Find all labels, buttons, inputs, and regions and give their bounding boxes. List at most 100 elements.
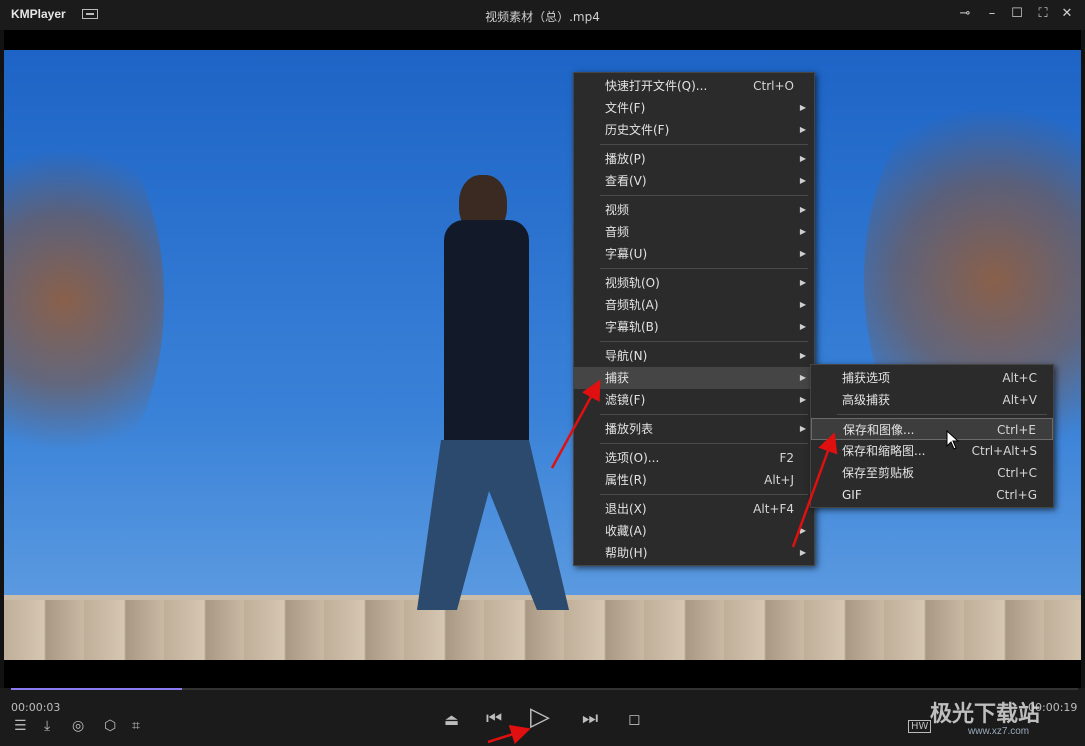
capture-icon[interactable]: ⌗ bbox=[132, 718, 140, 734]
menu-item[interactable]: 历史文件(F) ▶ bbox=[574, 119, 814, 141]
menu-item-label: 导航(N) bbox=[605, 349, 648, 363]
playlist-icon[interactable]: ☰ bbox=[14, 718, 27, 734]
menu-item-shortcut: Ctrl+O bbox=[753, 79, 794, 93]
menu-item-label: 捕获选项 bbox=[842, 371, 891, 385]
menu-item-label: 捕获 bbox=[605, 371, 630, 385]
submenu-arrow-icon: ▶ bbox=[799, 205, 806, 214]
menu-item[interactable]: 音频轨(A) ▶ bbox=[574, 294, 814, 316]
close-icon[interactable]: ✕ bbox=[1058, 6, 1076, 21]
maximize-icon[interactable]: ☐ bbox=[1008, 6, 1026, 21]
control-bar: 00:00:03 00:00:19 ☰ ⤓ ◎ ⬡ ⌗ ⏏ ⏮ ▷ ⏭ ◻ HW bbox=[0, 688, 1085, 746]
menu-item[interactable]: 滤镜(F) ▶ bbox=[574, 389, 814, 411]
watermark-logo: 极光下载站 bbox=[930, 701, 1041, 726]
submenu-arrow-icon: ▶ bbox=[799, 424, 806, 433]
minimize-icon[interactable]: – bbox=[983, 6, 1001, 21]
menu-separator bbox=[600, 268, 808, 269]
menu-item[interactable]: 帮助(H) ▶ bbox=[574, 542, 814, 564]
submenu-arrow-icon: ▶ bbox=[799, 373, 806, 382]
menu-item[interactable]: 属性(R) Alt+J bbox=[574, 469, 814, 491]
person-jacket bbox=[444, 220, 529, 450]
menu-item-label: 历史文件(F) bbox=[605, 123, 670, 137]
tree-left bbox=[4, 110, 164, 490]
menu-item[interactable]: 高级捕获 Alt+V bbox=[811, 389, 1053, 411]
previous-icon[interactable]: ⏮ bbox=[486, 708, 502, 729]
download-icon[interactable]: ⤓ bbox=[44, 718, 50, 734]
fullscreen-icon[interactable]: ⛶ bbox=[1034, 6, 1052, 21]
menu-item-shortcut: Alt+V bbox=[1002, 393, 1037, 407]
menu-item[interactable]: 音频 ▶ bbox=[574, 221, 814, 243]
menu-item-label: GIF bbox=[842, 488, 862, 502]
submenu-arrow-icon: ▶ bbox=[799, 278, 806, 287]
menu-item-label: 播放(P) bbox=[605, 152, 646, 166]
window-title: 视频素材（总）.mp4 bbox=[485, 10, 600, 24]
menu-item-label: 视频轨(O) bbox=[605, 276, 660, 290]
menu-item-shortcut: Ctrl+E bbox=[997, 423, 1036, 437]
capture-submenu: 捕获选项 Alt+C 高级捕获 Alt+V 保存和图像... Ctrl+E 保存和缩略图..… bbox=[810, 364, 1054, 508]
menu-separator bbox=[600, 144, 808, 145]
menu-item-shortcut: Alt+J bbox=[764, 473, 794, 487]
current-time: 00:00:03 bbox=[11, 701, 61, 714]
pin-icon[interactable]: ⊸ bbox=[956, 6, 974, 21]
menu-item-label: 查看(V) bbox=[605, 174, 647, 188]
menu-item-label: 字幕(U) bbox=[605, 247, 648, 261]
menu-item-label: 快速打开文件(Q)... bbox=[605, 79, 708, 93]
title-bar: KMPlayer 视频素材（总）.mp4 ⊸ – ☐ ⛶ ✕ bbox=[0, 0, 1085, 30]
submenu-arrow-icon: ▶ bbox=[799, 125, 806, 134]
menu-item[interactable]: 选项(O)... F2 bbox=[574, 447, 814, 469]
seek-bar[interactable] bbox=[11, 688, 1078, 690]
submenu-arrow-icon: ▶ bbox=[799, 176, 806, 185]
menu-item[interactable]: 播放(P) ▶ bbox=[574, 148, 814, 170]
menu-item[interactable]: 收藏(A) ▶ bbox=[574, 520, 814, 542]
letterbox-bottom bbox=[4, 660, 1081, 688]
menu-item[interactable]: 保存和缩略图... Ctrl+Alt+S bbox=[811, 440, 1053, 462]
hw-decode-icon[interactable]: HW bbox=[908, 720, 932, 733]
menu-item[interactable]: 视频轨(O) ▶ bbox=[574, 272, 814, 294]
eject-icon[interactable]: ⏏ bbox=[444, 710, 459, 729]
submenu-arrow-icon: ▶ bbox=[799, 526, 806, 535]
menu-item-label: 视频 bbox=[605, 203, 630, 217]
menu-item[interactable]: 保存和图像... Ctrl+E bbox=[811, 418, 1053, 440]
person-legs bbox=[417, 440, 569, 610]
menu-item-label: 帮助(H) bbox=[605, 546, 648, 560]
menu-item-label: 文件(F) bbox=[605, 101, 646, 115]
menu-item[interactable]: 捕获 ▶ bbox=[574, 367, 814, 389]
mouse-cursor-icon bbox=[946, 430, 960, 450]
menu-item-label: 保存和图像... bbox=[843, 423, 915, 437]
menu-item-shortcut: F2 bbox=[779, 451, 794, 465]
menu-separator bbox=[600, 494, 808, 495]
menu-item[interactable]: 视频 ▶ bbox=[574, 199, 814, 221]
3d-icon[interactable]: ⬡ bbox=[104, 718, 116, 734]
menu-item[interactable]: 文件(F) ▶ bbox=[574, 97, 814, 119]
menu-item-label: 音频轨(A) bbox=[605, 298, 659, 312]
menu-item[interactable]: 快速打开文件(Q)... Ctrl+O bbox=[574, 75, 814, 97]
menu-item-label: 字幕轨(B) bbox=[605, 320, 659, 334]
menu-item[interactable]: 退出(X) Alt+F4 bbox=[574, 498, 814, 520]
menu-item[interactable]: GIF Ctrl+G bbox=[811, 484, 1053, 506]
menu-item-label: 退出(X) bbox=[605, 502, 647, 516]
letterbox-top bbox=[4, 30, 1081, 50]
menu-item[interactable]: 字幕轨(B) ▶ bbox=[574, 316, 814, 338]
menu-item[interactable]: 字幕(U) ▶ bbox=[574, 243, 814, 265]
context-menu: 快速打开文件(Q)... Ctrl+O 文件(F) ▶ 历史文件(F) ▶ 播放(P) ▶ 查看… bbox=[573, 72, 815, 566]
play-icon[interactable]: ▷ bbox=[530, 702, 550, 732]
menu-item-label: 音频 bbox=[605, 225, 630, 239]
menu-separator bbox=[837, 414, 1047, 415]
menu-separator bbox=[600, 443, 808, 444]
menu-item[interactable]: 保存至剪贴板 Ctrl+C bbox=[811, 462, 1053, 484]
vr-icon[interactable]: ◎ bbox=[72, 718, 84, 734]
menu-item[interactable]: 捕获选项 Alt+C bbox=[811, 367, 1053, 389]
menu-separator bbox=[600, 341, 808, 342]
menu-item-label: 保存至剪贴板 bbox=[842, 466, 915, 480]
video-frame[interactable] bbox=[4, 50, 1081, 660]
menu-item-label: 保存和缩略图... bbox=[842, 444, 926, 458]
submenu-arrow-icon: ▶ bbox=[799, 249, 806, 258]
menu-item[interactable]: 查看(V) ▶ bbox=[574, 170, 814, 192]
submenu-arrow-icon: ▶ bbox=[799, 300, 806, 309]
menu-item[interactable]: 导航(N) ▶ bbox=[574, 345, 814, 367]
menu-separator bbox=[600, 195, 808, 196]
submenu-arrow-icon: ▶ bbox=[799, 322, 806, 331]
stop-icon[interactable]: ◻ bbox=[628, 710, 640, 728]
watermark-url: www.xz7.com bbox=[968, 726, 1030, 737]
menu-item[interactable]: 播放列表 ▶ bbox=[574, 418, 814, 440]
next-icon[interactable]: ⏭ bbox=[582, 708, 598, 729]
